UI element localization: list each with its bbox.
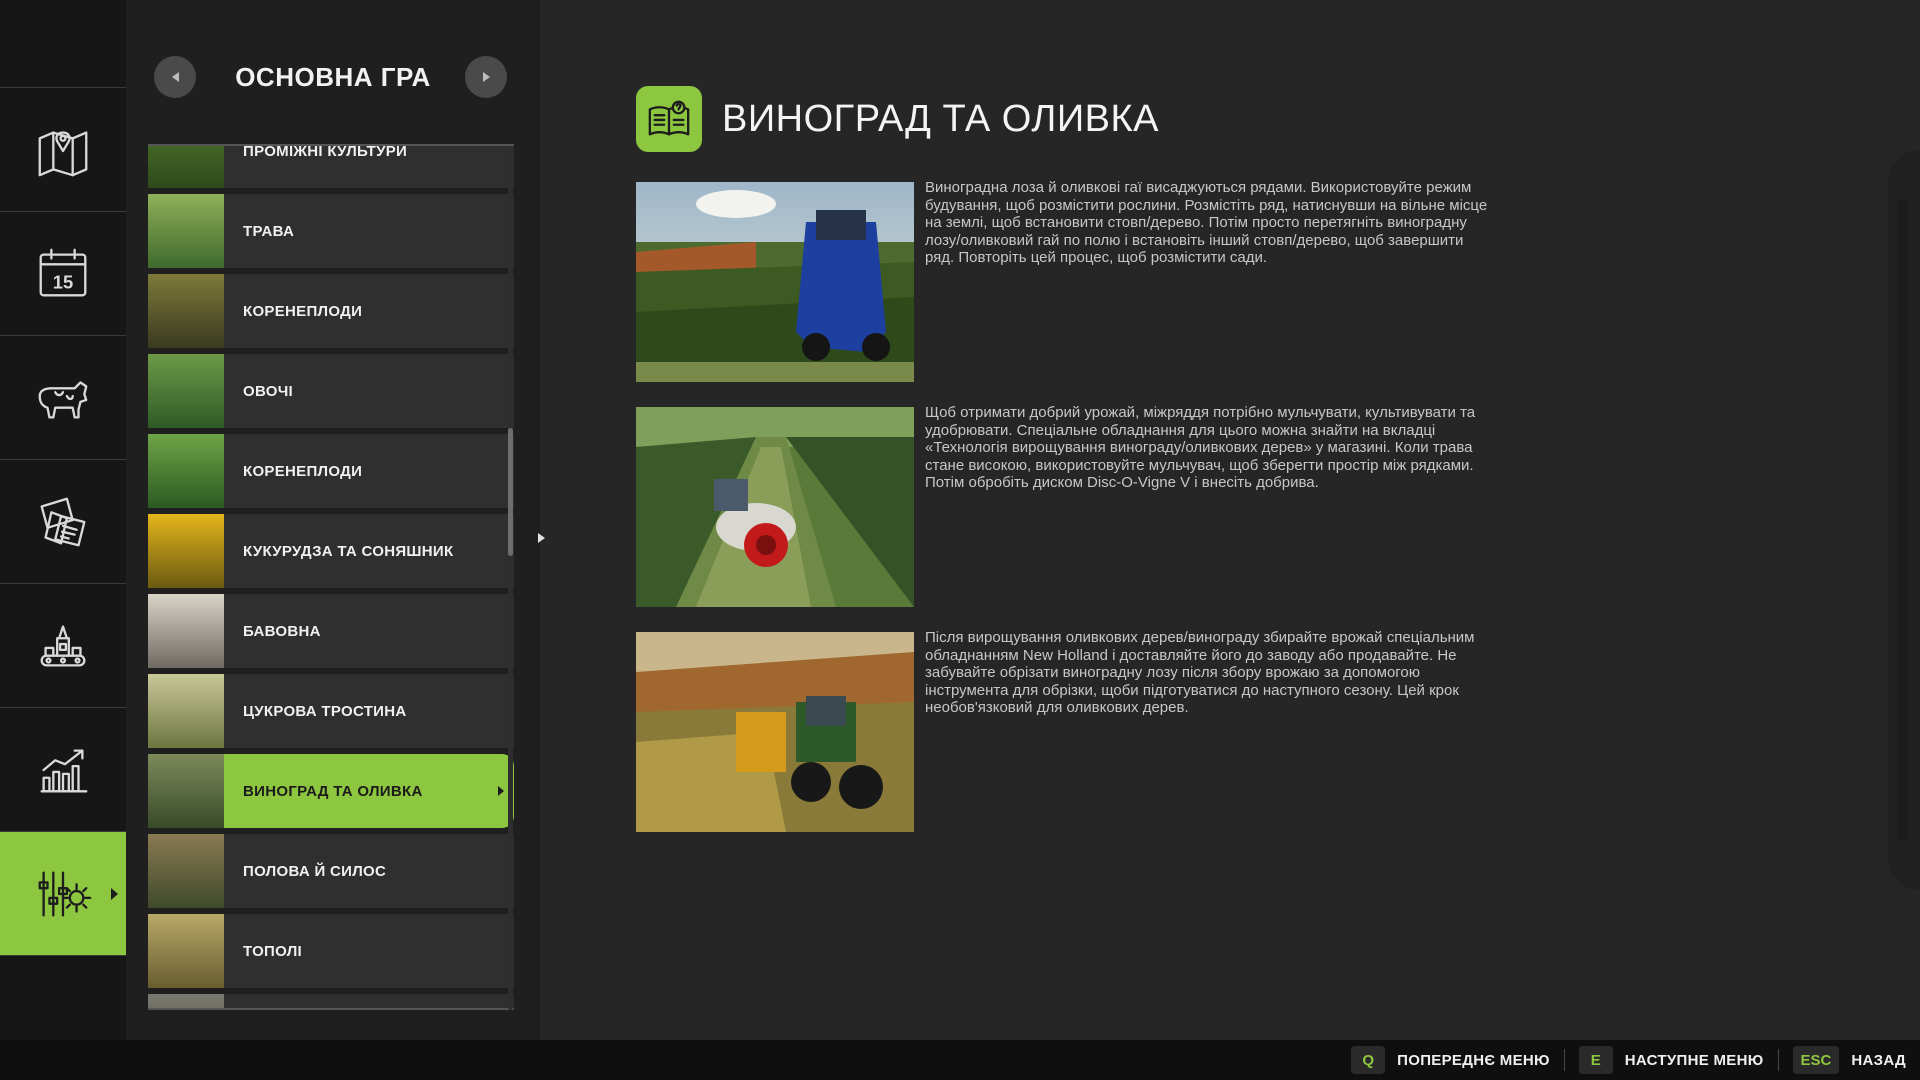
main-menu-rail: 15 [0, 0, 126, 1040]
category-title: ОСНОВНА ГРА [235, 62, 431, 92]
section-1-text: Виноградна лоза й оливкові гаї висаджуют… [925, 179, 1488, 267]
key-esc: ESC [1792, 1046, 1840, 1074]
category-header: ОСНОВНА ГРА [126, 52, 540, 102]
calendar-icon: 15 [39, 248, 87, 296]
rail-item-calendar[interactable]: 15 [0, 212, 126, 336]
category-item-label: ОВОЧІ [243, 382, 294, 400]
key-q: Q [1351, 1046, 1386, 1074]
category-thumbnail [148, 914, 224, 988]
cow-icon [38, 380, 88, 419]
content-title: ВИНОГРАД ТА ОЛИВКА [722, 97, 1160, 140]
content-section-1: Виноградна лоза й оливкові гаї висаджуют… [636, 179, 1496, 382]
category-item[interactable]: ПРОМІЖНІ КУЛЬТУРИ [148, 144, 514, 188]
category-thumbnail [148, 434, 224, 508]
hint-label-previous: ПОПЕРЕДНЄ МЕНЮ [1397, 1051, 1550, 1069]
category-item[interactable]: ВИНОГРАД ТА ОЛИВКА [148, 754, 514, 828]
svg-text:15: 15 [53, 271, 73, 292]
category-item[interactable]: ТРАВА [148, 194, 514, 268]
category-item[interactable]: КОРЕНЕПЛОДИ [148, 274, 514, 348]
rail-item-settings[interactable] [0, 832, 126, 956]
category-thumbnail [148, 194, 224, 268]
hint-label-next: НАСТУПНЕ МЕНЮ [1624, 1051, 1764, 1069]
olive-tractor-image [636, 632, 914, 832]
content-section-2: Щоб отримати добрий урожай, міжряддя пот… [636, 404, 1496, 607]
settings-icon [38, 871, 92, 916]
category-item-label: КУКУРУДЗА ТА СОНЯШНИК [243, 542, 454, 560]
category-item-label: ПРОМІЖНІ КУЛЬТУРИ [243, 144, 408, 160]
category-item-label: ЦУКРОВА ТРОСТИНА [243, 702, 407, 720]
category-thumbnail [148, 146, 224, 188]
category-thumbnail [148, 354, 224, 428]
rail-item-map[interactable] [0, 88, 126, 212]
content-scrollbar[interactable] [1898, 200, 1908, 840]
rail-item-statistics[interactable] [0, 708, 126, 832]
rail-item-production[interactable] [0, 584, 126, 708]
category-item-label: БАВОВНА [243, 622, 321, 640]
category-item-label: ПОЛОВА Й СИЛОС [243, 862, 387, 880]
section-2-text: Щоб отримати добрий урожай, міжряддя пот… [925, 404, 1476, 492]
category-thumbnail [148, 594, 224, 668]
category-thumbnail [148, 674, 224, 748]
content-section-3: Після вирощування оливкових дерев/виногр… [636, 629, 1496, 832]
hint-label-back: НАЗАД [1851, 1051, 1906, 1069]
collapse-panel-arrow-icon[interactable] [538, 533, 545, 543]
category-item[interactable]: ТОПОЛІ [148, 914, 514, 988]
category-thumbnail [148, 274, 224, 348]
vineyard-sprayer-image [636, 407, 914, 607]
help-book-icon [648, 100, 690, 136]
category-item[interactable]: БАВОВНА [148, 594, 514, 668]
hint-previous-menu[interactable]: Q ПОПЕРЕДНЄ МЕНЮ [1351, 1040, 1550, 1080]
category-item[interactable]: КОРЕНЕПЛОДИ [148, 434, 514, 508]
rail-top-spacer [0, 0, 126, 88]
category-item-label: ТОПОЛІ [243, 942, 303, 960]
statistics-icon [40, 748, 88, 792]
rail-item-animals[interactable] [0, 336, 126, 460]
hint-next-menu[interactable]: E НАСТУПНЕ МЕНЮ [1578, 1040, 1764, 1080]
rail-item-contracts[interactable] [0, 460, 126, 584]
category-item-label: КОРЕНЕПЛОДИ [243, 462, 363, 480]
map-icon [38, 130, 88, 176]
category-panel: ОСНОВНА ГРА ПРОМІЖНІ КУЛЬТУРИ ТРАВА КОРЕНЕ… [126, 0, 540, 1040]
category-item-label: ВИНОГРАД ТА ОЛИВКА [243, 782, 423, 800]
header-badge [636, 86, 702, 152]
next-category-button[interactable] [465, 56, 507, 98]
category-scrollbar[interactable] [508, 146, 513, 1010]
category-item[interactable]: КУКУРУДЗА ТА СОНЯШНИК [148, 514, 514, 588]
category-thumbnail [148, 514, 224, 588]
key-e: E [1578, 1046, 1613, 1074]
hint-back[interactable]: ESC НАЗАД [1792, 1040, 1906, 1080]
bottom-hint-bar: Q ПОПЕРЕДНЄ МЕНЮ E НАСТУПНЕ МЕНЮ ESC НАЗ… [0, 1040, 1920, 1080]
category-item[interactable]: ПОЛОВА Й СИЛОС [148, 834, 514, 908]
category-thumbnail [148, 754, 224, 828]
category-item[interactable] [148, 994, 514, 1008]
category-scrollbar-thumb[interactable] [508, 428, 513, 556]
category-item-label: ТРАВА [243, 222, 295, 240]
category-thumbnail [148, 834, 224, 908]
category-item[interactable]: ОВОЧІ [148, 354, 514, 428]
category-list[interactable]: ПРОМІЖНІ КУЛЬТУРИ ТРАВА КОРЕНЕПЛОДИ ОВОЧІ КО… [148, 144, 514, 1010]
previous-category-button[interactable] [154, 56, 196, 98]
contracts-icon [40, 497, 86, 546]
hint-separator [1777, 1049, 1779, 1071]
content-header: ВИНОГРАД ТА ОЛИВКА [636, 86, 1159, 152]
section-3-text: Після вирощування оливкових дерев/виногр… [925, 629, 1475, 717]
hint-separator [1563, 1049, 1565, 1071]
category-item[interactable]: ЦУКРОВА ТРОСТИНА [148, 674, 514, 748]
category-item-label: КОРЕНЕПЛОДИ [243, 302, 363, 320]
grape-harvester-image [636, 182, 914, 382]
category-thumbnail [148, 994, 224, 1008]
production-icon [40, 624, 86, 667]
